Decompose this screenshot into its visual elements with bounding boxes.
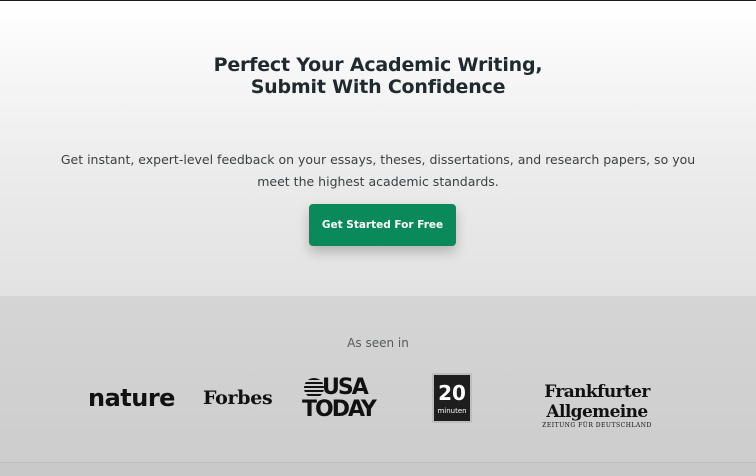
faz-logo-main: Frankfurter Allgemeine [544,382,650,422]
20-minuten-number: 20 [438,381,466,405]
nature-logo: nature [88,384,175,412]
faz-logo: Frankfurter Allgemeine ZEITUNG FÜR DEUTS… [517,382,677,430]
bottom-divider [0,462,756,476]
get-started-button[interactable]: Get Started For Free [309,204,456,246]
press-section: As seen in nature Forbes USA TODAY 20 mi… [0,296,756,462]
hero-title-line-2: Submit With Confidence [250,76,506,98]
20-minuten-word: minuten [437,407,467,415]
usa-today-line-2: TODAY [302,397,377,422]
usa-today-globe-icon [304,378,324,398]
usa-today-logo: USA TODAY [300,376,390,424]
faz-logo-tagline: ZEITUNG FÜR DEUTSCHLAND [542,422,652,429]
hero-title: Perfect Your Academic Writing, Submit Wi… [0,54,756,98]
hero-section: Perfect Your Academic Writing, Submit Wi… [0,1,756,296]
forbes-logo: Forbes [203,387,273,409]
20-minuten-logo: 20 minuten [432,373,472,423]
hero-title-line-1: Perfect Your Academic Writing, [213,54,543,76]
as-seen-in-label: As seen in [347,336,409,350]
hero-subtitle: Get instant, expert-level feedback on yo… [60,152,696,189]
